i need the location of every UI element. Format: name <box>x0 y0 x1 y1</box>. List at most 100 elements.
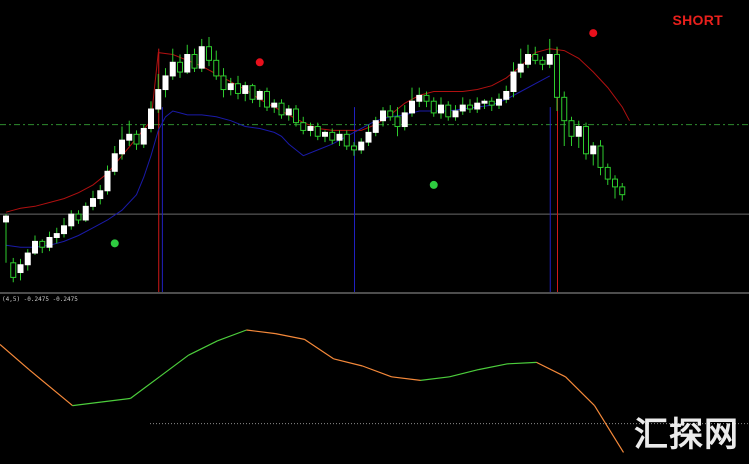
candle-body <box>314 126 321 137</box>
candle <box>24 249 31 271</box>
candle <box>39 239 46 254</box>
candle <box>496 93 502 110</box>
candle-body <box>82 205 89 221</box>
indicator-label: (4,5) -0.2475 -0.2475 <box>2 296 78 303</box>
candle <box>372 116 379 137</box>
oscillator-segment <box>217 329 247 342</box>
candle <box>467 99 473 113</box>
candle <box>619 182 626 201</box>
candle <box>206 36 212 67</box>
candle-body <box>249 85 256 100</box>
candle <box>133 130 140 150</box>
candle <box>119 126 125 160</box>
candle <box>249 83 256 104</box>
candle <box>517 48 524 78</box>
candle <box>583 122 589 160</box>
candle <box>430 97 437 117</box>
green-signal-dot <box>429 180 438 189</box>
lower-band-line <box>5 75 551 248</box>
candle-body <box>264 90 270 108</box>
candle-body <box>10 262 17 278</box>
candle <box>314 122 321 141</box>
candle-body <box>235 83 241 94</box>
candle <box>264 87 270 111</box>
candle <box>32 235 38 256</box>
red-signal-dot <box>589 29 598 38</box>
candle-body <box>481 100 488 104</box>
candle <box>488 97 495 111</box>
oscillator-segment <box>593 405 625 453</box>
candle-body <box>430 100 437 114</box>
oscillator-segment <box>304 338 334 360</box>
candle-body <box>452 110 459 118</box>
candle-body <box>575 126 582 137</box>
candle-body <box>525 54 531 65</box>
candle-body <box>24 252 31 266</box>
candle-body <box>140 127 147 145</box>
candle-body <box>401 112 408 128</box>
candle-body <box>561 96 568 122</box>
oscillator-segment <box>28 369 73 407</box>
candle <box>459 97 466 115</box>
candle-body <box>409 100 415 114</box>
candle <box>474 97 481 113</box>
candle-body <box>423 94 430 102</box>
candle <box>278 99 285 119</box>
candle-body <box>61 225 67 235</box>
candle <box>394 107 401 137</box>
oscillator-segment <box>72 401 102 407</box>
candle <box>75 210 82 224</box>
candle-body <box>184 54 191 73</box>
candle-body <box>111 153 118 172</box>
oscillator-segment <box>536 361 566 378</box>
candle-body <box>619 186 626 196</box>
candle-body <box>365 131 372 143</box>
signal-lines <box>158 48 558 292</box>
candle-body <box>459 104 466 112</box>
candle <box>235 75 241 100</box>
candle-body <box>126 133 133 141</box>
candle-body <box>372 120 379 133</box>
candle-body <box>474 102 481 110</box>
candle-body <box>32 240 38 254</box>
candle <box>358 138 365 154</box>
candle <box>162 68 169 98</box>
candle-body <box>539 59 546 65</box>
candle-body <box>220 75 227 91</box>
candle <box>546 38 553 69</box>
candle-body <box>496 98 502 106</box>
candle <box>510 62 517 98</box>
oscillator-segment <box>188 340 218 356</box>
candle <box>191 48 198 73</box>
candle <box>481 99 488 110</box>
oscillator-segment <box>449 369 479 378</box>
oscillator-segment <box>420 376 450 381</box>
oscillator-segment <box>0 343 30 371</box>
candle-body <box>39 240 46 248</box>
candle-body <box>532 54 539 61</box>
oscillator-segment <box>391 376 421 381</box>
candle <box>604 163 611 185</box>
candle-body <box>198 46 205 69</box>
candle <box>285 105 292 121</box>
candle <box>532 46 539 65</box>
candle-body <box>227 83 234 91</box>
candle-body <box>213 59 220 77</box>
candle-body <box>358 141 365 151</box>
candle <box>10 257 17 283</box>
candle-body <box>97 190 104 200</box>
candle-body <box>604 166 611 180</box>
candle-body <box>467 104 473 110</box>
candle-body <box>256 90 263 100</box>
candle-body <box>53 233 60 238</box>
candle <box>184 44 191 74</box>
candle <box>46 231 53 252</box>
candle-body <box>445 104 452 118</box>
green-signal-dot <box>110 239 119 248</box>
candles <box>3 36 626 283</box>
candle-body <box>17 264 24 274</box>
candle-body <box>612 178 618 188</box>
candle-body <box>46 236 53 248</box>
candle-body <box>488 100 495 106</box>
candle <box>140 124 147 148</box>
